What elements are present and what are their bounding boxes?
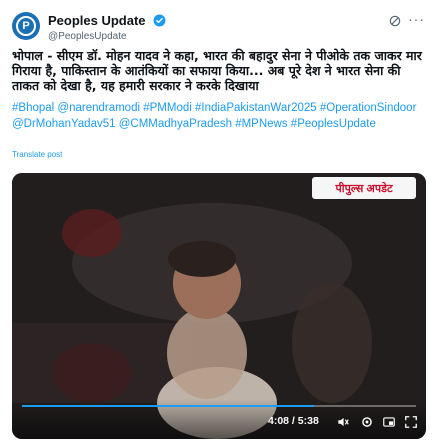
volume-icon[interactable]	[336, 415, 350, 429]
avatar[interactable]: P	[12, 12, 40, 40]
display-name[interactable]: Peoples Update	[48, 13, 146, 28]
channel-logo: पीपुल्स अपडेट	[312, 177, 416, 199]
hashtags[interactable]: #Bhopal @narendramodi #PMModi #IndiaPaki…	[12, 100, 428, 132]
picture-in-picture-icon[interactable]	[382, 415, 396, 429]
handle[interactable]: @PeoplesUpdate	[48, 30, 166, 43]
video-controls: 4:08 / 5:38	[12, 399, 426, 439]
progress-fill	[22, 405, 314, 407]
grok-icon[interactable]	[388, 14, 402, 28]
tweet-text: भोपाल - सीएम डॉ. मोहन यादव ने कहा, भारत …	[12, 48, 422, 93]
verified-badge-icon	[153, 14, 166, 27]
more-icon[interactable]: ···	[408, 12, 424, 28]
settings-icon[interactable]	[360, 415, 374, 429]
progress-bar[interactable]	[22, 405, 416, 407]
time-display: 4:08 / 5:38	[268, 415, 319, 427]
tweet-header: P Peoples Update @PeoplesUpdate ···	[12, 10, 424, 42]
fullscreen-icon[interactable]	[404, 415, 418, 429]
video-player[interactable]: पीपुल्स अपडेट 4:08 / 5:38	[12, 173, 426, 439]
avatar-logo: P	[16, 16, 36, 36]
translate-link[interactable]: Translate post	[12, 150, 62, 159]
author-block: Peoples Update @PeoplesUpdate	[48, 12, 166, 43]
